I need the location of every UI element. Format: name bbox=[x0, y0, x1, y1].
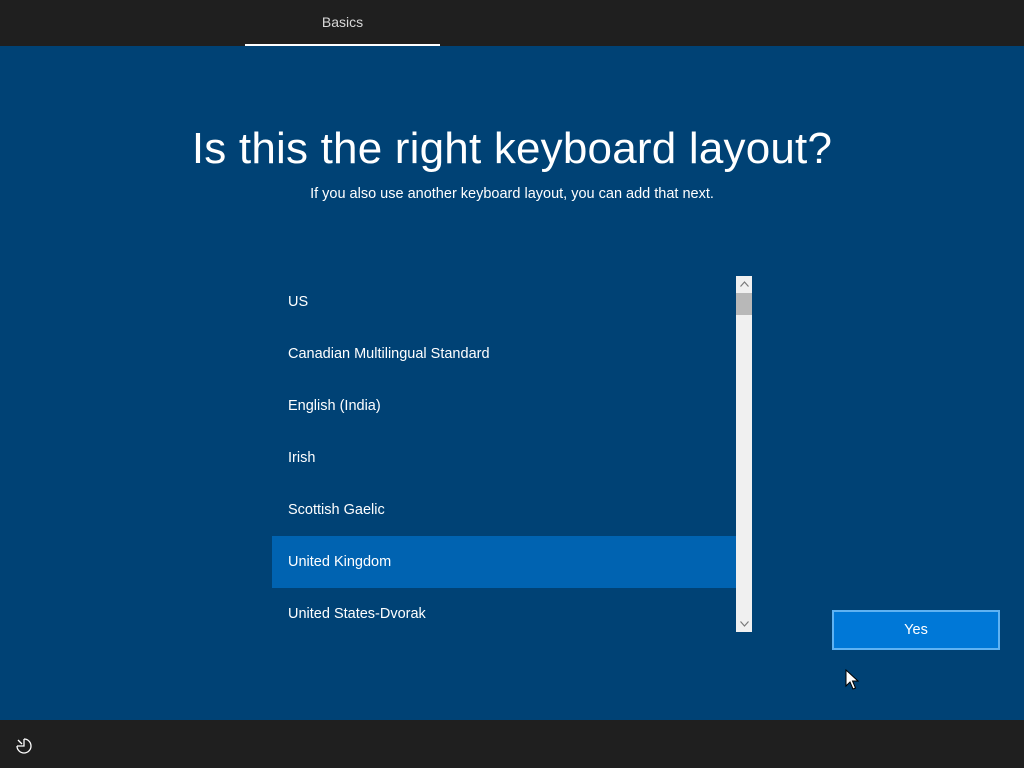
list-item-united-states-dvorak[interactable]: United States-Dvorak bbox=[272, 588, 736, 632]
scroll-down-button[interactable] bbox=[736, 616, 752, 632]
page-title: Is this the right keyboard layout? bbox=[191, 124, 833, 173]
list-item-label: Canadian Multilingual Standard bbox=[288, 346, 490, 362]
list-item-english-india[interactable]: English (India) bbox=[272, 380, 736, 432]
list-item-label: Irish bbox=[288, 450, 316, 466]
list-item-label: US bbox=[288, 294, 309, 310]
tab-basics-label: Basics bbox=[321, 14, 364, 30]
yes-button[interactable]: Yes bbox=[832, 610, 1000, 650]
list-item-label: English (India) bbox=[288, 398, 381, 414]
bottom-bar bbox=[0, 720, 1024, 768]
chevron-down-icon bbox=[739, 621, 749, 627]
scroll-up-button[interactable] bbox=[736, 276, 752, 292]
list-item-us[interactable]: US bbox=[272, 276, 736, 328]
keyboard-layout-list[interactable]: US Canadian Multilingual Standard Englis… bbox=[272, 276, 736, 632]
scroll-thumb[interactable] bbox=[736, 293, 752, 315]
top-bar: Basics bbox=[0, 0, 1024, 46]
list-item-label: United Kingdom bbox=[288, 554, 392, 570]
list-item-label: Scottish Gaelic bbox=[288, 502, 385, 518]
list-scrollbar[interactable] bbox=[736, 276, 752, 632]
list-item-label: United States-Dvorak bbox=[288, 606, 426, 622]
list-item-scottish-gaelic[interactable]: Scottish Gaelic bbox=[272, 484, 736, 536]
chevron-up-icon bbox=[739, 281, 749, 287]
page-subtitle: If you also use another keyboard layout,… bbox=[310, 186, 714, 202]
list-item-united-kingdom[interactable]: United Kingdom bbox=[272, 536, 736, 588]
list-item-irish[interactable]: Irish bbox=[272, 432, 736, 484]
ease-of-access-icon[interactable] bbox=[14, 736, 34, 756]
tab-basics: Basics bbox=[245, 0, 440, 46]
list-item-canadian-multilingual-standard[interactable]: Canadian Multilingual Standard bbox=[272, 328, 736, 380]
yes-button-label: Yes bbox=[904, 622, 928, 638]
